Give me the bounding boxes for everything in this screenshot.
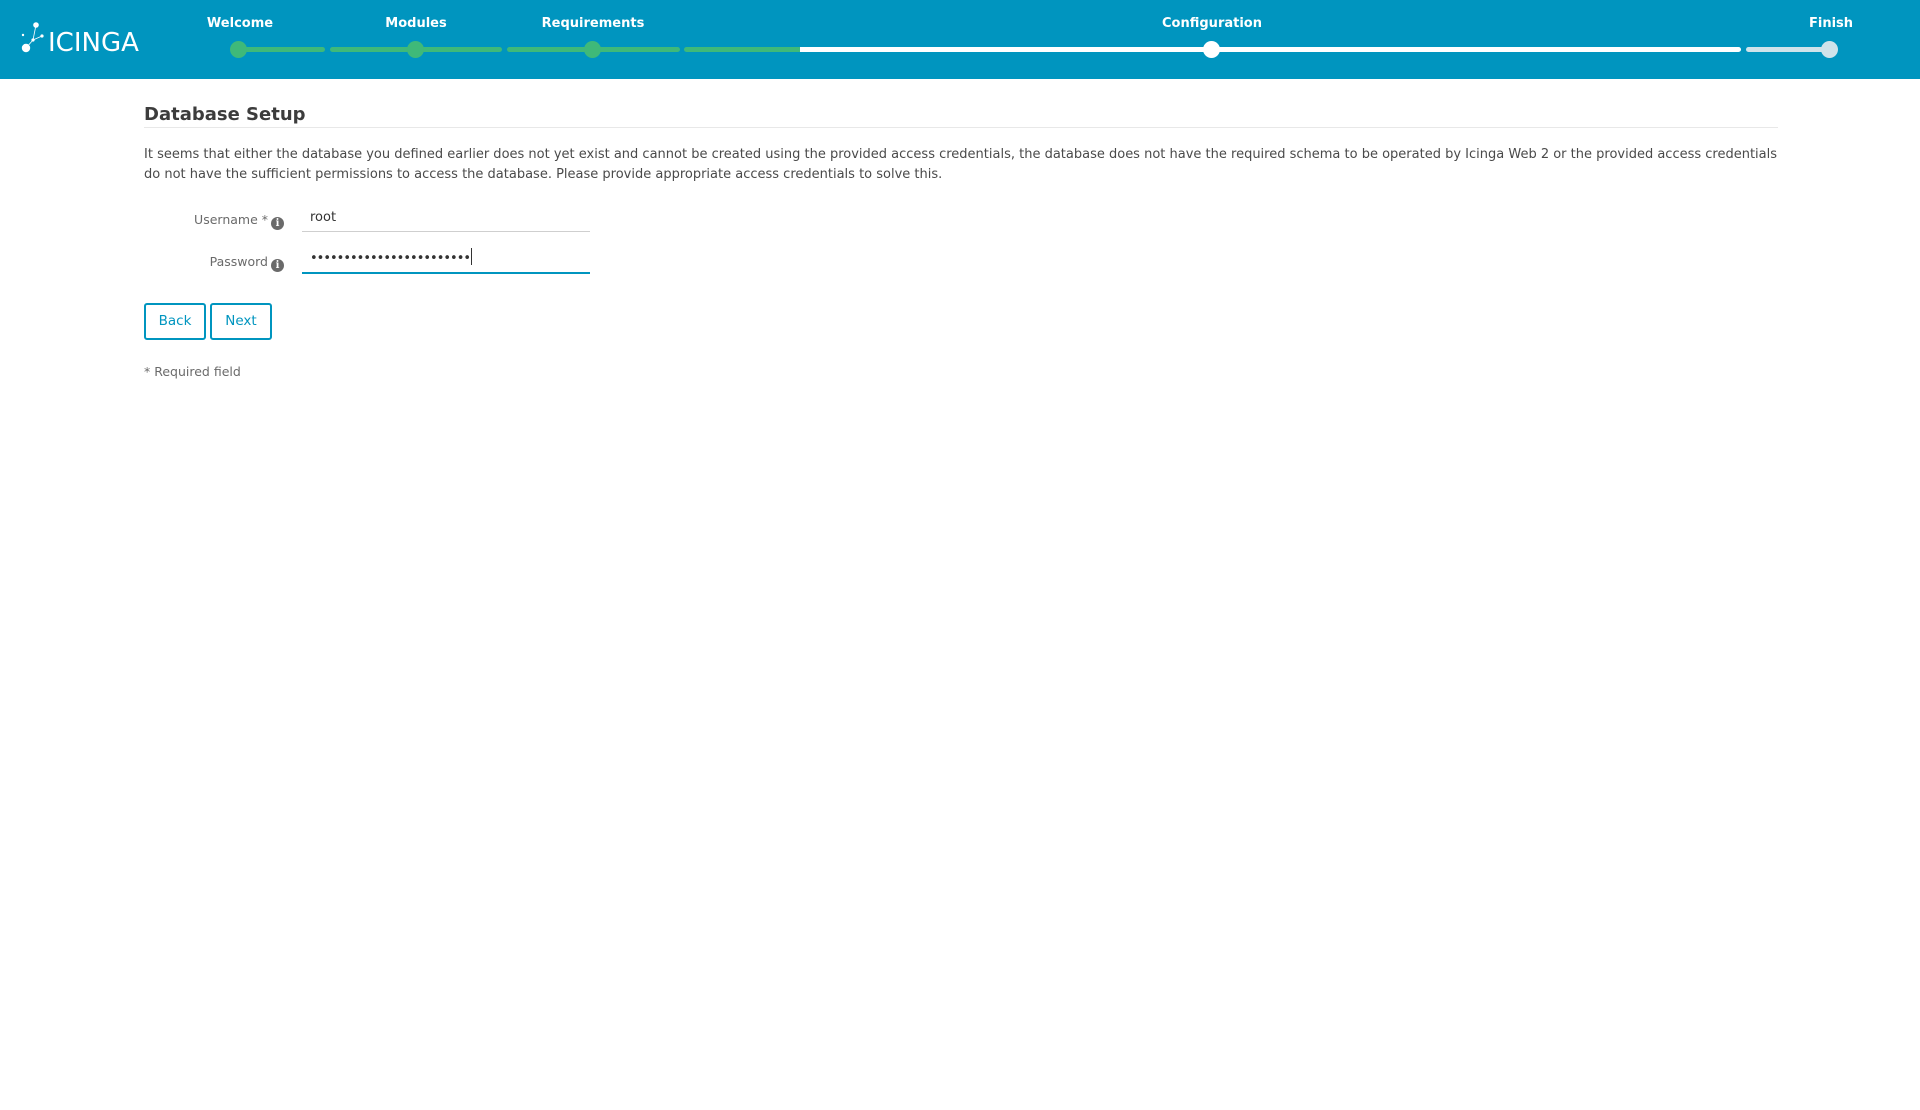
text-cursor [471,248,473,265]
password-label-text: Password [209,254,268,269]
step-label-configuration: Configuration [1162,16,1262,31]
password-label: Password i [144,245,284,275]
wizard-header: ICINGA Welcome Modules Requirements Conf… [0,0,1920,79]
progress-segment-5 [1746,47,1830,52]
step-dot-configuration [1203,41,1220,58]
page-description: It seems that either the database you de… [144,147,1778,182]
username-row: Username * i [144,203,644,233]
back-button[interactable]: Back [144,303,206,340]
password-row: Password i •••••••••••••••••••••••• [144,245,644,275]
step-dot-modules [407,41,424,58]
main-content: Database Setup It seems that either the … [144,100,1778,379]
step-label-welcome: Welcome [206,16,274,31]
username-label: Username * i [144,203,284,233]
page-title: Database Setup [144,104,1778,128]
info-icon[interactable]: i [271,259,284,272]
password-field-value: •••••••••••••••••••••••• [310,251,471,266]
step-dot-requirements [584,41,601,58]
username-label-text: Username * [194,212,268,227]
required-field-note: * Required field [144,364,241,379]
progress-segment-4-done [684,47,800,52]
progress-segment-1 [239,47,325,52]
step-dot-finish [1821,41,1838,58]
step-label-finish: Finish [1808,16,1854,31]
username-field[interactable] [302,203,590,232]
password-field[interactable]: •••••••••••••••••••••••• [302,245,590,274]
step-dot-welcome [230,41,247,58]
step-label-requirements: Requirements [541,16,645,31]
progress-segment-4-current [800,47,1741,52]
step-label-modules: Modules [385,16,447,31]
next-button[interactable]: Next [210,303,272,340]
logo-text: ICINGA [48,28,139,58]
info-icon[interactable]: i [271,217,284,230]
icinga-logo: ICINGA [20,20,139,62]
